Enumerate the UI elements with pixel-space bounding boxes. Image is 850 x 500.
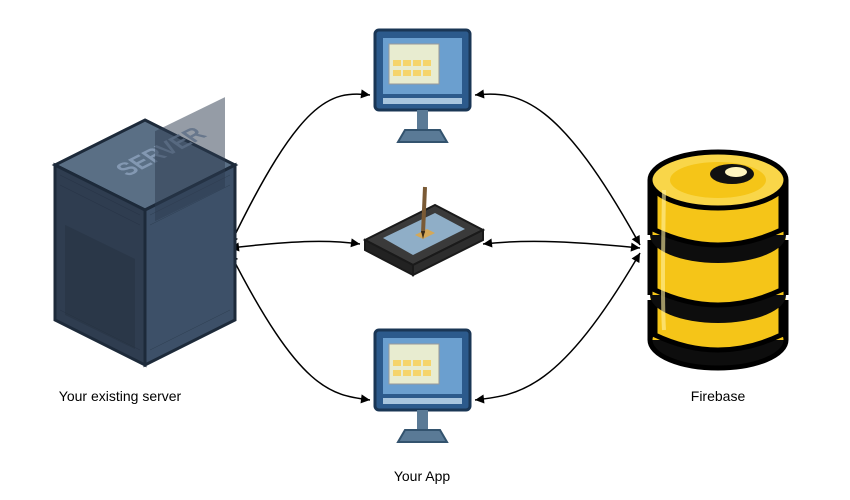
arrow-server-tablet bbox=[230, 241, 360, 248]
monitor-top-icon bbox=[375, 30, 470, 142]
arrow-firebase-tablet bbox=[483, 241, 640, 248]
firebase-icon bbox=[650, 152, 786, 368]
firebase-label: Firebase bbox=[688, 388, 748, 404]
arrow-server-monitor-top bbox=[230, 94, 370, 245]
tablet-icon bbox=[365, 187, 483, 275]
monitor-bottom-icon bbox=[375, 330, 470, 442]
arrow-firebase-monitor-top bbox=[475, 94, 640, 245]
server-icon: SERVER bbox=[55, 97, 235, 365]
arrow-server-monitor-bottom bbox=[230, 253, 370, 400]
server-label: Your existing server bbox=[40, 388, 200, 404]
arrow-firebase-monitor-bottom bbox=[475, 253, 640, 400]
app-label: Your App bbox=[390, 468, 454, 484]
